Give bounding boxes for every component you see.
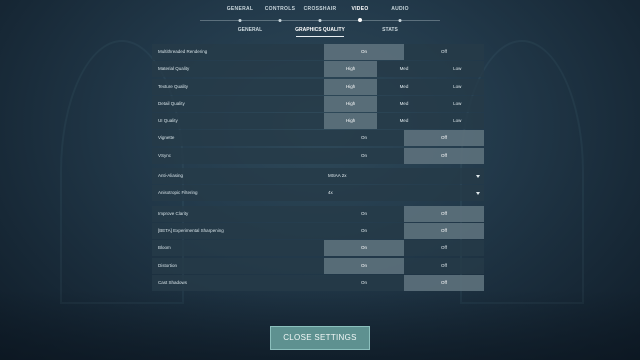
setting-label: [BETA] Experimental Sharpening bbox=[158, 227, 224, 233]
chevron-down-icon bbox=[476, 174, 480, 178]
setting-options: High Med Low bbox=[324, 78, 484, 95]
setting-row: Cast Shadows On Off bbox=[152, 274, 484, 291]
setting-label: Improve Clarity bbox=[158, 210, 189, 216]
subtab-general[interactable]: GENERAL bbox=[238, 27, 262, 33]
setting-options: On Off bbox=[324, 240, 484, 257]
setting-row: VSync On Off bbox=[152, 147, 484, 164]
setting-label: Cast Shadows bbox=[158, 279, 188, 285]
option-low[interactable]: Low bbox=[431, 79, 484, 95]
option-on[interactable]: On bbox=[324, 257, 404, 274]
setting-label: Anisotropic Filtering bbox=[158, 190, 198, 196]
option-off[interactable]: Off bbox=[404, 240, 484, 256]
setting-label: Bloom bbox=[158, 245, 171, 251]
setting-row: Detail Quality High Med Low bbox=[152, 95, 484, 112]
setting-row: UI Quality High Med Low bbox=[152, 113, 484, 130]
setting-row: Bloom On Off bbox=[152, 240, 484, 257]
setting-dropdown[interactable]: 4x bbox=[324, 185, 484, 201]
setting-dropdown-container: 4x bbox=[324, 185, 484, 201]
option-on[interactable]: On bbox=[324, 275, 404, 291]
setting-row: Anti-Aliasing MSAA 2x bbox=[152, 168, 484, 185]
setting-options: On Off bbox=[324, 147, 484, 164]
option-low[interactable]: Low bbox=[431, 113, 484, 129]
settings-screen: GENERAL CONTROLS CROSSHAIR VIDEO AUDIO G… bbox=[0, 0, 640, 360]
option-off[interactable]: Off bbox=[404, 44, 484, 60]
setting-options: High Med Low bbox=[324, 95, 484, 112]
setting-options: On Off bbox=[324, 130, 484, 147]
option-high[interactable]: High bbox=[324, 61, 378, 78]
setting-label: UI Quality bbox=[158, 118, 178, 124]
setting-label: Material Quality bbox=[158, 66, 190, 72]
setting-options: On Off bbox=[324, 44, 484, 60]
setting-label: Vignette bbox=[158, 135, 175, 141]
option-off[interactable]: Off bbox=[404, 205, 484, 222]
tab-controls[interactable]: CONTROLS bbox=[265, 6, 295, 12]
chevron-down-icon bbox=[476, 191, 480, 195]
option-off[interactable]: Off bbox=[404, 258, 484, 274]
setting-row: Improve Clarity On Off bbox=[152, 205, 484, 222]
option-low[interactable]: Low bbox=[431, 61, 484, 77]
top-nav: GENERAL CONTROLS CROSSHAIR VIDEO AUDIO bbox=[0, 4, 640, 22]
subtab-stats[interactable]: STATS bbox=[382, 27, 398, 33]
option-off[interactable]: Off bbox=[404, 130, 484, 147]
setting-dropdown-container: MSAA 2x bbox=[324, 168, 484, 184]
setting-row: Material Quality High Med Low bbox=[152, 61, 484, 78]
tab-audio[interactable]: AUDIO bbox=[391, 6, 409, 12]
setting-options: High Med Low bbox=[324, 61, 484, 78]
nav-dot-active bbox=[358, 18, 362, 22]
setting-row: Texture Quality High Med Low bbox=[152, 78, 484, 95]
nav-dot bbox=[278, 18, 282, 22]
option-high[interactable]: High bbox=[324, 95, 378, 112]
setting-options: High Med Low bbox=[324, 113, 484, 130]
setting-options: On Off bbox=[324, 257, 484, 274]
option-on[interactable]: On bbox=[324, 240, 404, 257]
setting-row: Anisotropic Filtering 4x bbox=[152, 185, 484, 202]
setting-options: On Off bbox=[324, 222, 484, 239]
option-off[interactable]: Off bbox=[404, 274, 484, 291]
option-high[interactable]: High bbox=[324, 78, 378, 95]
option-on[interactable]: On bbox=[324, 223, 404, 239]
nav-dot bbox=[318, 18, 322, 22]
setting-options: On Off bbox=[324, 205, 484, 222]
subtab-graphics-quality[interactable]: GRAPHICS QUALITY bbox=[295, 27, 345, 33]
option-high[interactable]: High bbox=[324, 113, 378, 130]
option-on[interactable]: On bbox=[324, 44, 404, 60]
option-off[interactable]: Off bbox=[404, 222, 484, 239]
option-med[interactable]: Med bbox=[377, 113, 430, 129]
setting-label: Anti-Aliasing bbox=[158, 173, 184, 179]
option-on[interactable]: On bbox=[324, 130, 404, 146]
setting-label: Distortion bbox=[158, 262, 178, 268]
nav-dot bbox=[398, 18, 402, 22]
option-off[interactable]: Off bbox=[404, 147, 484, 164]
option-med[interactable]: Med bbox=[377, 96, 430, 112]
tab-video[interactable]: VIDEO bbox=[351, 6, 368, 12]
setting-row: [BETA] Experimental Sharpening On Off bbox=[152, 222, 484, 239]
option-low[interactable]: Low bbox=[431, 96, 484, 112]
setting-label: Texture Quality bbox=[158, 83, 189, 89]
option-on[interactable]: On bbox=[324, 148, 404, 164]
setting-dropdown[interactable]: MSAA 2x bbox=[324, 168, 484, 184]
dropdown-value: MSAA 2x bbox=[328, 173, 347, 179]
setting-label: Detail Quality bbox=[158, 100, 185, 106]
setting-label: Multithreaded Rendering bbox=[158, 49, 208, 54]
close-settings-button[interactable]: CLOSE SETTINGS bbox=[270, 326, 370, 350]
option-med[interactable]: Med bbox=[377, 61, 430, 77]
setting-options: On Off bbox=[324, 274, 484, 291]
tab-crosshair[interactable]: CROSSHAIR bbox=[304, 6, 337, 12]
dropdown-value: 4x bbox=[328, 190, 333, 196]
setting-row: Vignette On Off bbox=[152, 130, 484, 147]
setting-label: VSync bbox=[158, 152, 172, 158]
tab-general[interactable]: GENERAL bbox=[227, 6, 254, 12]
subtab-underline bbox=[296, 36, 344, 37]
setting-row: Distortion On Off bbox=[152, 257, 484, 274]
setting-row: Multithreaded Rendering On Off bbox=[152, 44, 484, 60]
nav-dot bbox=[238, 18, 242, 22]
option-med[interactable]: Med bbox=[377, 79, 430, 95]
option-on[interactable]: On bbox=[324, 206, 404, 222]
settings-table: Multithreaded Rendering On Off Material Qua… bbox=[152, 44, 484, 292]
